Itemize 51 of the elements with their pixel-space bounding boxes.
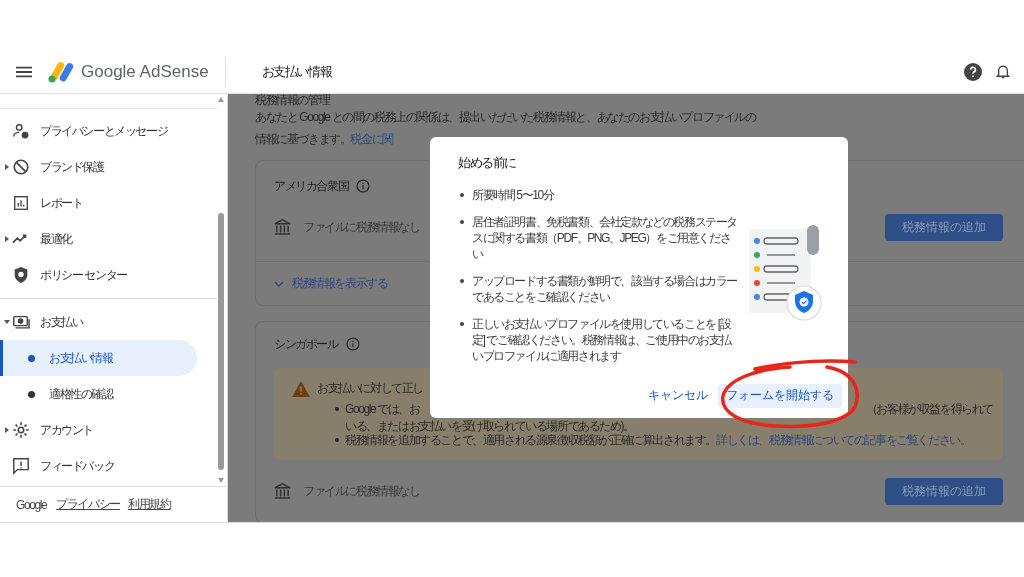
block-icon [12,158,30,176]
notification-bell-icon[interactable] [996,63,1010,80]
caret-icon [4,320,10,324]
sidebar-item[interactable]: プライバシーとメッセージ [0,113,217,149]
dialog-bullet-text: アップロードする書類が鮮明で、該当する場合はカラーであることをご確認ください [472,273,738,305]
chart-icon [12,194,30,212]
menu-icon[interactable] [16,65,32,78]
shield-icon [12,266,30,284]
payments-icon [12,313,30,331]
dialog-bullet-text: 居住者証明書、免税書類、会社定款などの税務ステータスに関する書類（PDF、PNG、JPEG）をご用意ください [472,214,738,262]
caret-icon [5,236,9,242]
sidebar-item[interactable]: 最適化 [0,221,217,257]
warning-icon [292,381,310,397]
dialog-title: 始める前に [458,155,517,172]
product-name: Google AdSense [81,61,209,82]
caret-icon [5,427,9,433]
caret-icon [5,164,9,170]
chevron-down-icon [274,280,284,287]
sidebar-item[interactable]: お支払い [0,304,217,340]
info-icon[interactable] [356,179,371,193]
footer-brand: Google [16,497,47,512]
sidebar-subitem[interactable]: お支払い情報 [0,340,197,376]
dialog-bullet-text: 正しいお支払いプロファイルを使用していることを [設定] でご確認ください。税務情報は、ご使用中のお支払いプロファイルに適用されます [472,316,732,364]
warning-text: （お客様が収益を得られて [865,402,993,416]
sidebar-item[interactable]: ポリシー センター [0,257,217,293]
bank-icon [274,219,291,236]
sidebar-item[interactable]: ブランド保護 [0,149,217,185]
footer-link[interactable]: 利用規約 [127,496,171,513]
warning-heading: お支払いに対して正し [317,381,423,395]
person-icon [12,122,30,140]
cancel-button[interactable]: キャンセル [646,381,710,410]
sidebar-item[interactable]: アカウント [0,412,217,448]
warning-text: 税務情報を追加することで、適用される源泉徴収税額が正確に算出されます。詳しくは、税務情報についての記事をご覧ください。 [345,433,971,447]
settings-icon [12,421,30,439]
sidebar-subitem[interactable]: 適格性の確認 [0,376,197,412]
warning-text: Google では、お [345,402,420,416]
sidebar-item[interactable]: フィードバック [0,448,217,484]
start-form-button[interactable]: フォームを開始する [718,383,842,408]
country-title: シンガポール [274,336,338,352]
page-title: お支払い情報 [261,62,332,81]
country-title: アメリカ合衆国 [274,178,349,194]
dialog-bullet-text: 所要時間 5〜10分 [472,187,554,203]
bank-icon [274,482,291,500]
warning-text: いる、またはお支払いを受け取られている場所であるため)。 [345,419,634,433]
help-icon[interactable] [964,62,982,81]
footer-link[interactable]: プライバシー [56,496,120,513]
logo-icon [48,60,74,83]
sidebar-item[interactable]: レポート [0,185,217,221]
feedback-icon [12,457,30,475]
section-heading: 税務情報の管理 [255,94,331,106]
info-icon[interactable] [345,337,360,351]
